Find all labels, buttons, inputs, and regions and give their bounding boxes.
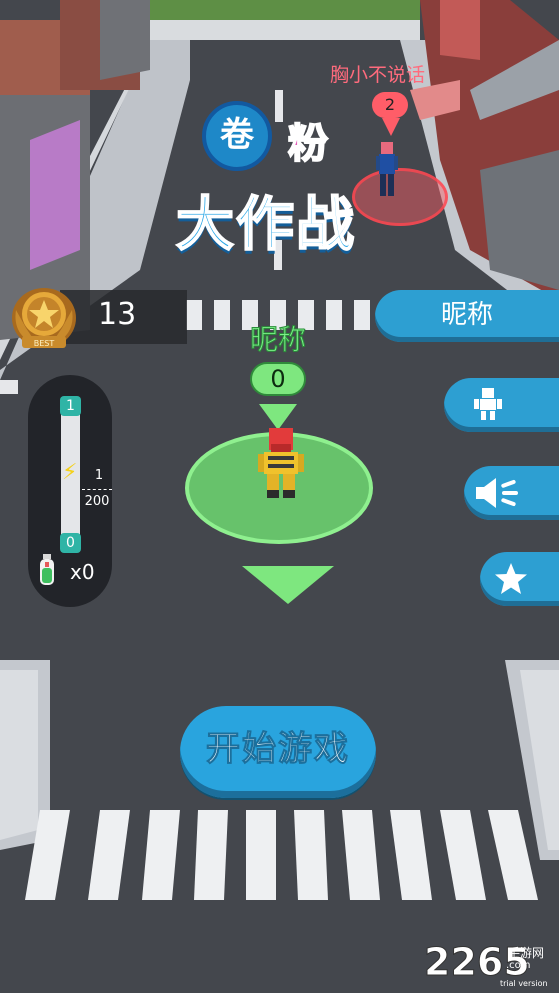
lightning-icon: ⚡ xyxy=(62,460,78,485)
direction-arrow-icon xyxy=(242,566,334,604)
player-name: 昵称 xyxy=(249,323,306,357)
sound-button[interactable] xyxy=(464,466,559,520)
watermark-trial: trial version xyxy=(500,979,548,988)
best-score-value: 13 xyxy=(98,297,137,332)
opponent-ring xyxy=(352,168,448,226)
game-scene: 卷 粉 大作战 胸小不说话 2 BEST 13 1 0 ⚡ 1 200 x0 昵… xyxy=(0,0,559,993)
best-badge-text: BEST xyxy=(33,339,55,348)
energy-denominator: 200 xyxy=(84,494,110,509)
potion-count: x0 xyxy=(70,560,95,584)
opponent-character xyxy=(376,142,398,196)
opponent-score-badge: 2 xyxy=(372,92,408,118)
character-skin-button[interactable] xyxy=(444,378,559,432)
character-icon xyxy=(474,388,502,420)
opponent-pointer-icon xyxy=(382,118,400,136)
title-line1-char: 粉 xyxy=(287,120,329,168)
energy-fraction-line xyxy=(82,489,112,490)
energy-min-label: 0 xyxy=(60,533,81,553)
opponent-name: 胸小不说话 xyxy=(330,64,426,86)
star-icon xyxy=(495,563,527,594)
speaker-icon xyxy=(476,478,518,508)
nickname-button-label: 昵称 xyxy=(441,300,494,330)
energy-max-label: 1 xyxy=(60,396,81,416)
potion-icon[interactable] xyxy=(38,554,56,586)
game-title-logo: 卷 粉 大作战 xyxy=(175,95,386,259)
title-circle-char: 卷 xyxy=(202,101,272,171)
watermark-url: .com xyxy=(506,960,531,971)
rate-button[interactable] xyxy=(480,552,559,606)
start-game-button[interactable]: 开始游戏 xyxy=(180,706,376,798)
nickname-button[interactable]: 昵称 xyxy=(375,290,559,342)
energy-numerator: 1 xyxy=(94,468,104,483)
player-score: 0 xyxy=(250,362,306,396)
title-line2: 大作战 xyxy=(175,189,357,259)
player-pointer-icon xyxy=(259,404,297,430)
player-character xyxy=(258,428,304,498)
watermark-cn-text: 手游网 xyxy=(508,946,545,960)
